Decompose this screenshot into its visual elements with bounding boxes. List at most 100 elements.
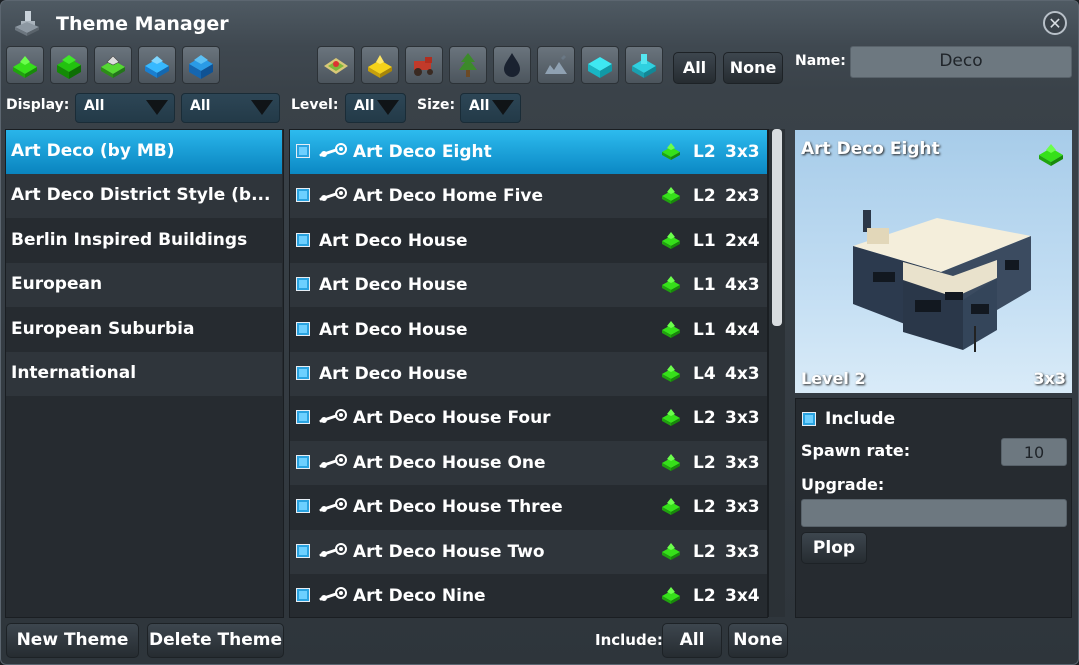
residential-high-icon[interactable]: [50, 46, 88, 84]
toolbar-all-button[interactable]: All: [673, 52, 716, 84]
upgrade-input[interactable]: [801, 499, 1067, 527]
building-name: Art Deco House: [319, 364, 468, 384]
size-dropdown-value: All: [469, 98, 490, 114]
building-row[interactable]: Art Deco House Two L2 3x3: [290, 530, 767, 574]
scrollbar-thumb[interactable]: [772, 129, 782, 326]
building-include-checkbox[interactable]: [296, 366, 310, 380]
building-include-checkbox[interactable]: [296, 277, 310, 291]
spawn-rate-input[interactable]: 10: [1001, 438, 1067, 466]
theme-item[interactable]: European Suburbia: [6, 308, 282, 352]
forestry-icon[interactable]: [449, 46, 487, 84]
building-row[interactable]: Art Deco House L1 4x4: [290, 308, 767, 352]
building-row[interactable]: Art Deco House Three L2 3x3: [290, 485, 767, 529]
theme-item[interactable]: Art Deco (by MB): [6, 130, 282, 174]
display-dropdown-1-value: All: [84, 98, 105, 114]
building-name: Art Deco House Four: [353, 408, 551, 428]
ore-icon[interactable]: [537, 46, 575, 84]
residential-low-icon: [660, 229, 682, 251]
new-theme-button[interactable]: New Theme: [6, 623, 139, 658]
delete-theme-button[interactable]: Delete Theme: [147, 623, 284, 658]
include-footer-label: Include:: [595, 631, 663, 649]
agriculture-icon[interactable]: [317, 46, 355, 84]
building-row[interactable]: Art Deco Home Five L2 2x3: [290, 174, 767, 218]
office-icon[interactable]: [581, 46, 619, 84]
oil-icon[interactable]: [493, 46, 531, 84]
building-size: 3x3: [725, 542, 760, 562]
theme-manager-window: Theme Manager ✕ All None Name: Deco Disp…: [0, 0, 1079, 665]
theme-item[interactable]: Berlin Inspired Buildings: [6, 219, 282, 263]
building-row[interactable]: Art Deco House Four L2 3x3: [290, 396, 767, 440]
name-label: Name:: [795, 53, 846, 69]
steam-workshop-icon: [319, 497, 347, 515]
building-include-checkbox[interactable]: [296, 233, 310, 247]
toolbar-none-button[interactable]: None: [723, 52, 783, 84]
display-dropdown-1[interactable]: All: [75, 93, 175, 123]
building-name: Art Deco House Three: [353, 497, 563, 517]
building-level: L4: [693, 364, 716, 384]
building-row[interactable]: Art Deco House One L2 3x3: [290, 441, 767, 485]
high-tech-icon[interactable]: [625, 46, 663, 84]
building-thumbnail: [853, 210, 1031, 352]
include-none-button[interactable]: None: [728, 623, 788, 658]
size-dropdown[interactable]: All: [460, 93, 521, 123]
residential-eco-icon[interactable]: [94, 46, 132, 84]
building-name: Art Deco House: [319, 320, 468, 340]
farming-vehicle-icon[interactable]: [405, 46, 443, 84]
name-input[interactable]: Deco: [850, 46, 1072, 78]
building-include-checkbox[interactable]: [296, 588, 310, 602]
building-include-checkbox[interactable]: [296, 188, 310, 202]
building-name: Art Deco Home Five: [353, 186, 544, 206]
preview-level: Level 2: [801, 369, 866, 388]
building-level: L2: [693, 453, 716, 473]
building-include-checkbox[interactable]: [296, 410, 310, 424]
buildings-list: Art Deco Eight L2 3x3 Art Deco Home Five L2 2…: [289, 129, 768, 618]
theme-manager-icon: [15, 11, 39, 36]
building-row[interactable]: Art Deco House L1 2x4: [290, 219, 767, 263]
display-dropdown-2-value: All: [190, 98, 211, 114]
residential-low-icon[interactable]: [6, 46, 44, 84]
building-name: Art Deco House: [319, 231, 468, 251]
building-size: 3x3: [725, 453, 760, 473]
building-row[interactable]: Art Deco House L1 4x3: [290, 263, 767, 307]
residential-low-icon: [660, 406, 682, 428]
theme-item[interactable]: Art Deco District Style (b...: [6, 174, 282, 218]
commercial-high-icon[interactable]: [182, 46, 220, 84]
building-name: Art Deco House One: [353, 453, 546, 473]
building-size: 4x4: [725, 320, 760, 340]
steam-workshop-icon: [319, 453, 347, 471]
steam-workshop-icon: [319, 142, 347, 160]
building-include-checkbox[interactable]: [296, 144, 310, 158]
building-row[interactable]: Art Deco Nine L2 3x4: [290, 574, 767, 617]
close-icon[interactable]: ✕: [1043, 11, 1067, 35]
theme-item[interactable]: International: [6, 352, 282, 396]
upgrade-label: Upgrade:: [801, 475, 885, 494]
building-row[interactable]: Art Deco Eight L2 3x3: [290, 130, 767, 174]
steam-workshop-icon: [319, 542, 347, 560]
building-include-checkbox[interactable]: [296, 544, 310, 558]
building-level: L2: [693, 142, 716, 162]
industry-icon[interactable]: [361, 46, 399, 84]
building-name: Art Deco House Two: [353, 542, 545, 562]
spawn-rate-label: Spawn rate:: [801, 441, 911, 460]
plop-button[interactable]: Plop: [801, 532, 867, 564]
building-level: L2: [693, 586, 716, 606]
display-label: Display:: [6, 97, 70, 113]
building-name: Art Deco House: [319, 275, 468, 295]
display-dropdown-2[interactable]: All: [181, 93, 280, 123]
preview-size: 3x3: [1033, 369, 1066, 388]
residential-low-icon: [660, 584, 682, 606]
building-row[interactable]: Art Deco House L4 4x3: [290, 352, 767, 396]
commercial-low-icon[interactable]: [138, 46, 176, 84]
building-size: 3x3: [725, 408, 760, 428]
residential-low-icon: [660, 184, 682, 206]
include-checkbox[interactable]: [802, 412, 816, 426]
include-all-button[interactable]: All: [662, 623, 722, 658]
building-include-checkbox[interactable]: [296, 499, 310, 513]
building-include-checkbox[interactable]: [296, 322, 310, 336]
level-dropdown[interactable]: All: [345, 93, 406, 123]
building-include-checkbox[interactable]: [296, 455, 310, 469]
steam-workshop-icon: [319, 408, 347, 426]
building-level: L1: [693, 275, 716, 295]
theme-item[interactable]: European: [6, 263, 282, 307]
building-size: 4x3: [725, 275, 760, 295]
